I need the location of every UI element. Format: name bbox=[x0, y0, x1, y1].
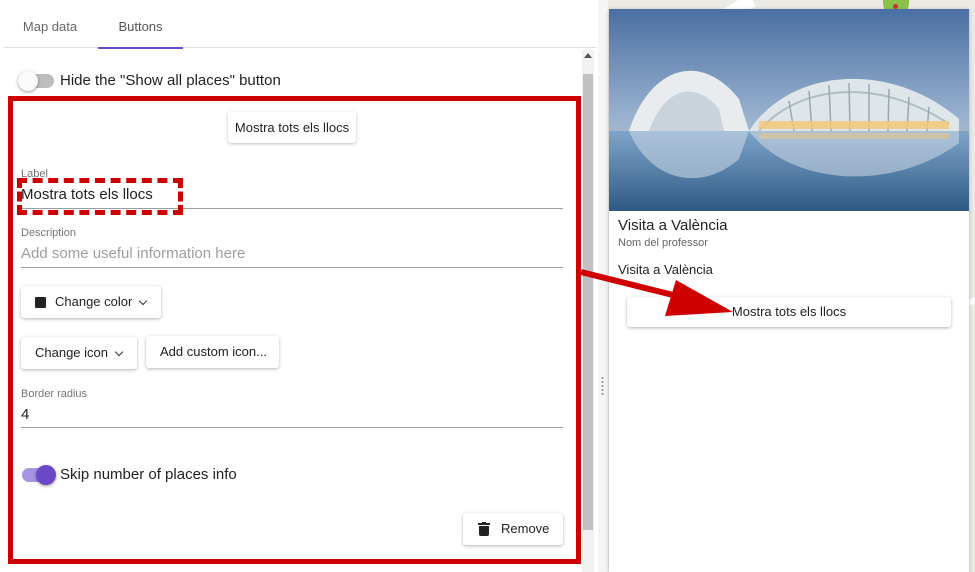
place-preview-card: Visita a València Nom del professor Visi… bbox=[609, 9, 969, 572]
toggle-knob bbox=[18, 71, 38, 91]
description-field-label: Description bbox=[21, 227, 77, 239]
border-radius-input[interactable]: 4 bbox=[21, 406, 29, 423]
trash-icon bbox=[478, 522, 490, 536]
scroll-up-arrow-icon[interactable] bbox=[584, 53, 592, 58]
place-subtitle: Nom del professor bbox=[618, 237, 708, 249]
border-radius-field-label: Border radius bbox=[21, 388, 88, 400]
add-custom-icon-button[interactable]: Add custom icon... bbox=[146, 336, 279, 368]
city-of-arts-photo-image bbox=[609, 9, 969, 211]
change-icon-button[interactable]: Change icon bbox=[21, 337, 137, 369]
drag-handle-icon[interactable] bbox=[601, 376, 604, 396]
add-custom-icon-label: Add custom icon... bbox=[160, 344, 267, 359]
button-preview[interactable]: Mostra tots els llocs bbox=[228, 112, 356, 143]
change-icon-label: Change icon bbox=[35, 345, 108, 360]
description-field-underline bbox=[21, 267, 563, 268]
place-description: Visita a València bbox=[618, 262, 713, 277]
scrollbar-thumb[interactable] bbox=[583, 74, 593, 530]
tab-buttons[interactable]: Buttons bbox=[98, 8, 183, 49]
tab-map-data[interactable]: Map data bbox=[4, 8, 96, 48]
remove-label: Remove bbox=[501, 521, 550, 536]
chevron-down-icon bbox=[138, 296, 148, 306]
show-all-places-button[interactable]: Mostra tots els llocs bbox=[627, 297, 951, 327]
tab-bar: Map data Buttons bbox=[4, 8, 596, 49]
panel-splitter[interactable] bbox=[598, 0, 608, 572]
hide-show-all-toggle[interactable] bbox=[18, 71, 54, 91]
annotation-highlight-frame bbox=[8, 96, 581, 564]
remove-button[interactable]: Remove bbox=[463, 513, 563, 545]
skip-places-label: Skip number of places info bbox=[60, 466, 237, 483]
hide-show-all-label: Hide the "Show all places" button bbox=[60, 72, 281, 89]
place-title: Visita a València bbox=[618, 217, 728, 234]
change-color-button[interactable]: Change color bbox=[21, 286, 161, 318]
place-photo bbox=[609, 9, 969, 211]
skip-places-toggle[interactable] bbox=[22, 465, 56, 485]
toggle-knob bbox=[36, 465, 56, 485]
chevron-down-icon bbox=[114, 347, 124, 357]
color-swatch-icon bbox=[35, 297, 46, 308]
description-field-input[interactable]: Add some useful information here bbox=[21, 245, 245, 262]
change-color-label: Change color bbox=[55, 294, 133, 309]
annotation-dashed-highlight bbox=[17, 178, 183, 215]
border-radius-underline bbox=[21, 427, 563, 428]
